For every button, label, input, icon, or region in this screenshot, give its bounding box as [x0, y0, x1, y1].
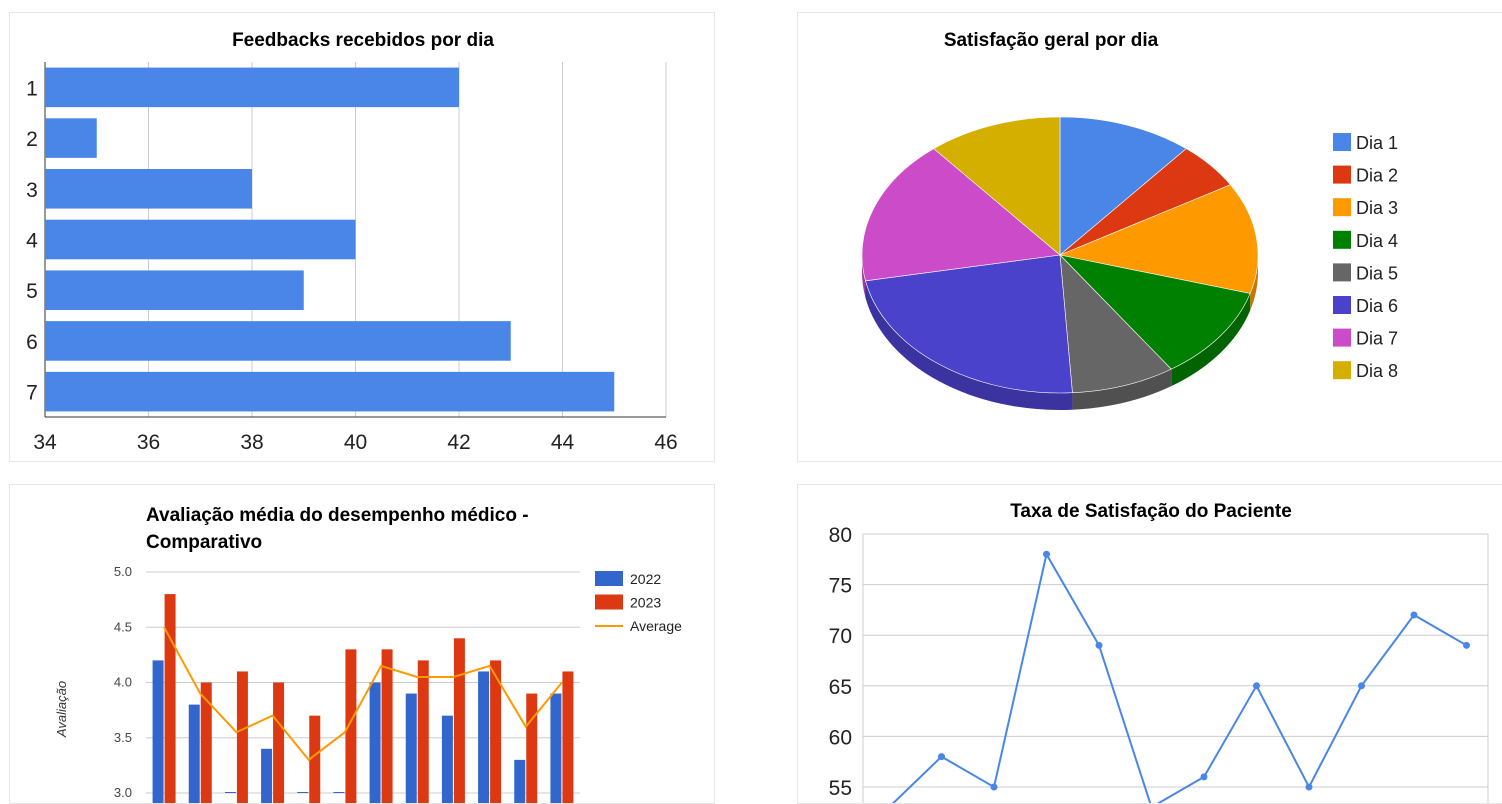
y-tick-label: 5.0 — [114, 564, 132, 579]
bar — [406, 694, 417, 804]
data-point — [1411, 611, 1418, 618]
legend-label: Dia 5 — [1356, 263, 1398, 283]
legend-swatch — [1333, 329, 1351, 347]
taxa-satisfacao-chart: Taxa de Satisfação do Paciente 80 75 70 65 60… — [798, 485, 1502, 804]
bar — [514, 760, 525, 804]
bar — [478, 671, 489, 804]
legend-swatch — [1333, 198, 1351, 216]
legend-label: 2023 — [630, 595, 661, 611]
y-tick-label: 6 — [26, 331, 38, 354]
chart-title: Avaliação média do desempenho médico - — [146, 505, 529, 526]
legend-swatch — [1333, 166, 1351, 184]
y-tick-label: 60 — [829, 726, 852, 749]
y-tick-label: 4 — [26, 230, 38, 253]
taxa-satisfacao-panel: Taxa de Satisfação do Paciente 80 75 70 65 60… — [797, 484, 1502, 804]
y-tick-label: 55 — [829, 777, 852, 800]
legend-swatch — [595, 571, 623, 586]
legend-label: Dia 8 — [1356, 361, 1398, 381]
data-point — [1201, 773, 1208, 780]
chart-title: Comparativo — [146, 532, 262, 553]
bar — [165, 594, 176, 804]
bar — [382, 649, 393, 804]
y-tick-label: 80 — [829, 524, 852, 547]
bar — [261, 749, 272, 804]
y-axis-label: Avaliação — [54, 681, 69, 738]
bar — [45, 169, 252, 209]
x-tick-label: 44 — [551, 431, 575, 454]
y-tick-label: 3 — [26, 179, 38, 202]
legend-swatch — [1333, 263, 1351, 281]
x-tick-label: 38 — [240, 431, 263, 454]
data-point — [1043, 551, 1050, 558]
legend-label: Dia 3 — [1356, 198, 1398, 218]
legend-label: Dia 1 — [1356, 133, 1398, 153]
bar — [45, 372, 614, 412]
data-point — [1358, 682, 1365, 689]
data-point — [1463, 642, 1470, 649]
y-tick-label: 70 — [829, 625, 852, 648]
feedbacks-chart: Feedbacks recebidos por dia3436384042444… — [10, 13, 715, 462]
bar — [273, 683, 284, 804]
chart-title: Feedbacks recebidos por dia — [232, 30, 494, 51]
data-point — [991, 784, 998, 791]
bar — [45, 118, 97, 158]
bar — [562, 671, 573, 804]
bar — [45, 270, 304, 310]
bar — [45, 220, 356, 260]
legend-label: Average — [630, 618, 682, 634]
legend-label: Dia 2 — [1356, 166, 1398, 186]
y-tick-label: 75 — [829, 575, 852, 598]
feedbacks-chart-panel: Feedbacks recebidos por dia3436384042444… — [9, 12, 715, 462]
y-tick-label: 4.5 — [114, 619, 132, 634]
bar — [153, 660, 164, 804]
chart-title: Taxa de Satisfação do Paciente — [1010, 501, 1292, 522]
satisfacao-pie-panel: Satisfação geral por dia Dia 1 Dia 2 Dia 3 D… — [797, 12, 1502, 462]
bar — [442, 716, 453, 804]
bar — [189, 705, 200, 804]
chart-title: Satisfação geral por dia — [944, 30, 1159, 51]
x-tick-label: 46 — [654, 431, 677, 454]
bar — [418, 660, 429, 804]
legend-label: 2022 — [630, 571, 661, 587]
y-tick-label: 5 — [26, 280, 38, 303]
y-tick-label: 1 — [26, 77, 38, 100]
bar — [45, 321, 511, 361]
y-tick-label: 3.5 — [114, 730, 132, 745]
legend-swatch — [1333, 296, 1351, 314]
legend-swatch — [1333, 133, 1351, 151]
bar — [370, 683, 381, 804]
bar — [45, 68, 459, 108]
legend-swatch — [1333, 231, 1351, 249]
data-point — [1306, 784, 1313, 791]
data-point — [1253, 682, 1260, 689]
data-point — [1096, 642, 1103, 649]
data-line — [889, 554, 1467, 804]
bar — [454, 638, 465, 804]
avaliacao-chart: Avaliação média do desempenho médico - Co… — [10, 485, 715, 804]
data-point — [938, 753, 945, 760]
bar — [309, 716, 320, 804]
x-tick-label: 42 — [447, 431, 470, 454]
legend-label: Dia 4 — [1356, 231, 1398, 251]
legend-label: Dia 7 — [1356, 329, 1398, 349]
legend-swatch — [1333, 361, 1351, 379]
bar — [526, 694, 537, 804]
y-tick-label: 65 — [829, 676, 852, 699]
bar — [237, 671, 248, 804]
y-tick-label: 7 — [26, 382, 38, 405]
average-line — [164, 627, 562, 760]
bar — [550, 694, 561, 804]
y-tick-label: 2 — [26, 128, 38, 151]
legend-swatch — [595, 595, 623, 610]
satisfacao-pie-chart: Satisfação geral por dia Dia 1 Dia 2 Dia 3 D… — [798, 13, 1502, 462]
x-tick-label: 34 — [33, 431, 57, 454]
legend-label: Dia 6 — [1356, 296, 1398, 316]
y-tick-label: 4.0 — [114, 675, 132, 690]
x-tick-label: 36 — [137, 431, 160, 454]
x-tick-label: 40 — [344, 431, 367, 454]
avaliacao-chart-panel: Avaliação média do desempenho médico - Co… — [9, 484, 715, 804]
